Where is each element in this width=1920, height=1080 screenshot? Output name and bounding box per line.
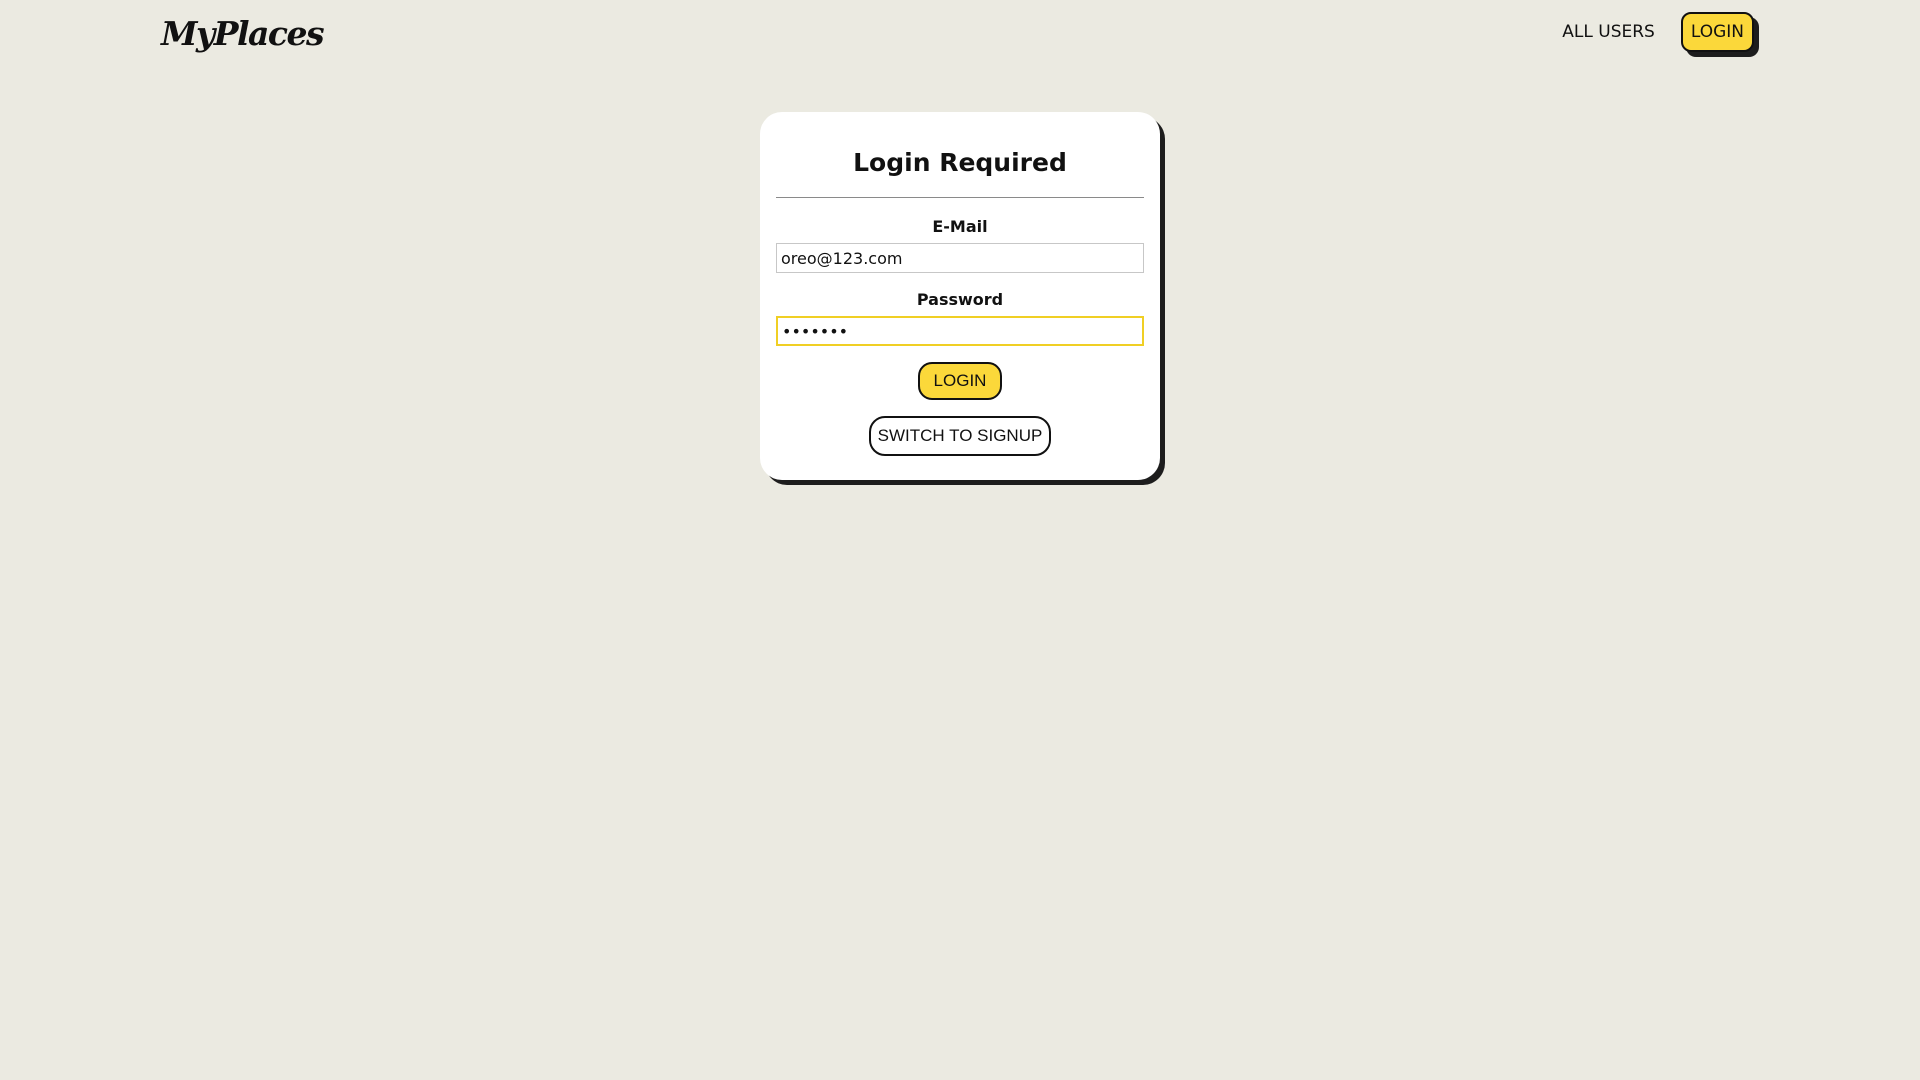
switch-to-signup-button[interactable]: SWITCH TO SIGNUP	[869, 416, 1051, 456]
password-field[interactable]	[776, 316, 1144, 346]
logo[interactable]: MyPlaces	[161, 14, 325, 53]
main-header: MyPlaces ALL USERS LOGIN	[0, 0, 1920, 70]
card-divider	[776, 197, 1144, 198]
nav-login-button[interactable]: LOGIN	[1680, 12, 1754, 52]
main-nav: ALL USERS LOGIN	[1562, 12, 1754, 52]
password-label: Password	[916, 290, 1004, 309]
card-title: Login Required	[853, 148, 1067, 177]
auth-card: Login Required E-Mail Password LOGIN SWI…	[760, 112, 1160, 480]
nav-all-users-link[interactable]: ALL USERS	[1562, 22, 1655, 42]
login-button[interactable]: LOGIN	[917, 362, 1003, 400]
email-label: E-Mail	[932, 217, 988, 236]
email-field[interactable]	[776, 243, 1144, 273]
login-form: E-Mail Password LOGIN	[776, 217, 1144, 400]
